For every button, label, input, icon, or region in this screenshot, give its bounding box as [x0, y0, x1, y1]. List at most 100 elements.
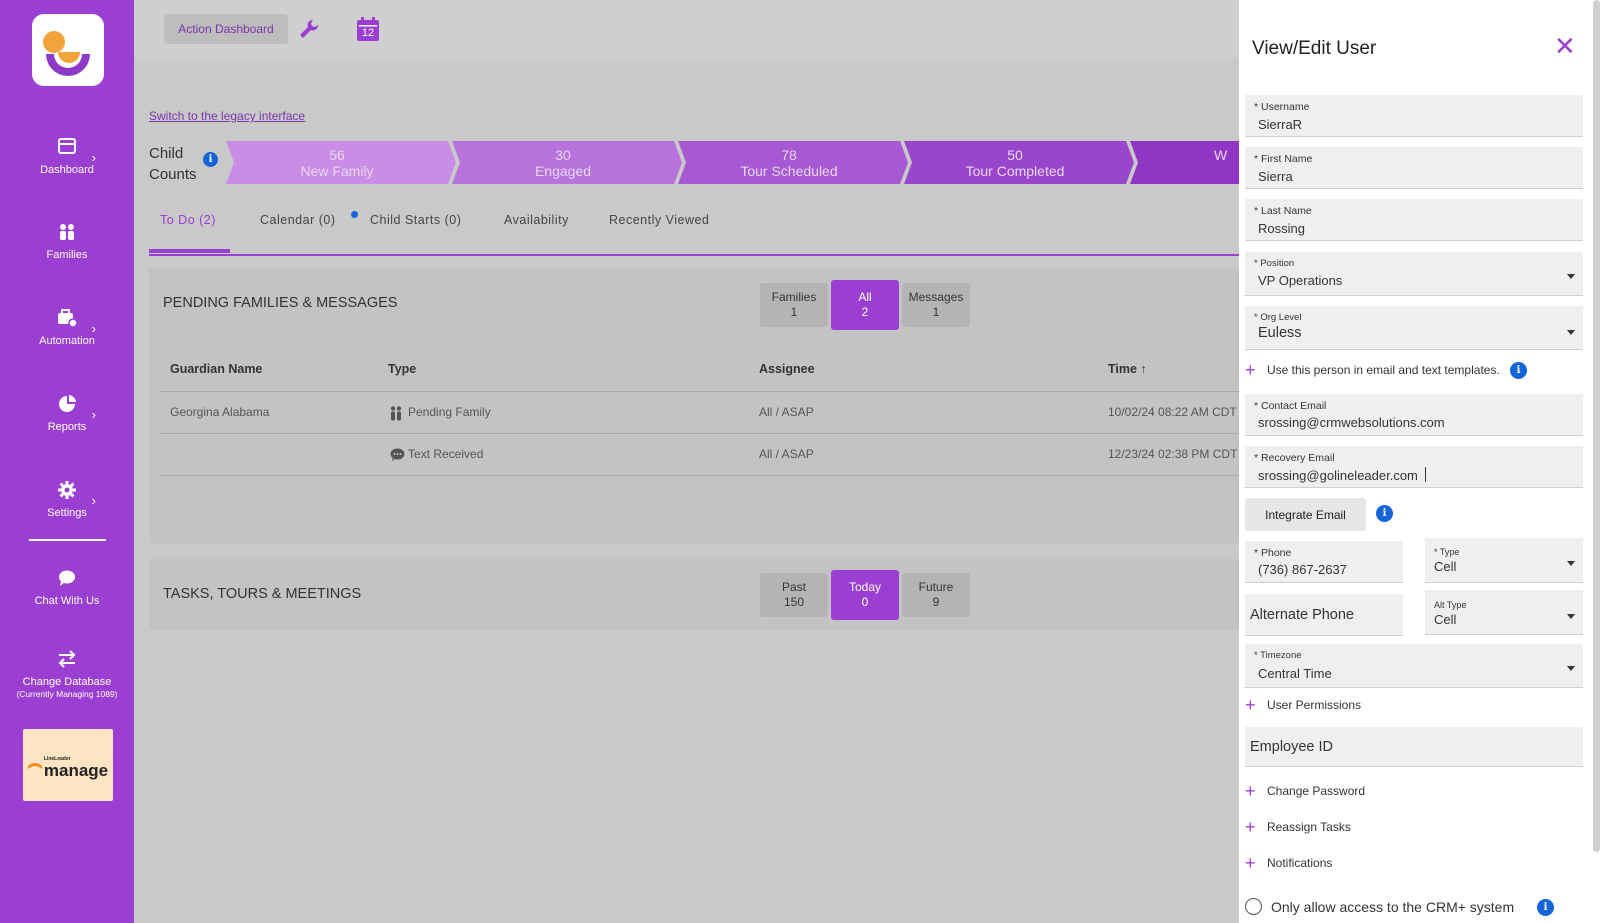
filter-all[interactable]: All 2 — [831, 280, 899, 330]
wrench-icon[interactable] — [298, 18, 320, 40]
col-time[interactable]: Time ↑ — [1108, 362, 1147, 376]
filter-families[interactable]: Families 1 — [760, 283, 828, 327]
tab-availability[interactable]: Availability — [504, 213, 569, 227]
filter-count: 1 — [790, 305, 798, 319]
filter-today[interactable]: Today 0 — [831, 570, 899, 620]
pending-title: PENDING FAMILIES & MESSAGES — [163, 295, 398, 311]
integrate-email-button[interactable]: Integrate Email — [1245, 498, 1366, 531]
recovery-email-field[interactable]: * Recovery Email srossing@golineleader.c… — [1245, 446, 1583, 488]
username-field[interactable]: * Username SierraR — [1245, 95, 1583, 137]
main-content: Action Dashboard 12 Switch to the legacy… — [134, 0, 1239, 923]
chevron-down-icon — [1567, 666, 1575, 671]
funnel-stage-tour-completed[interactable]: 50 Tour Completed — [904, 141, 1126, 184]
org-level-select[interactable]: * Org Level Euless — [1245, 306, 1583, 350]
nav-automation[interactable]: Automation › — [0, 307, 134, 347]
nav-sublabel: (Currently Managing 1089) — [16, 689, 118, 699]
info-icon[interactable]: i — [1510, 362, 1527, 379]
panel-scrollbar[interactable] — [1593, 0, 1600, 852]
close-icon[interactable]: ✕ — [1554, 33, 1576, 59]
sidebar: Dashboard › Families Automation › Report… — [0, 0, 134, 923]
notifications-toggle[interactable]: Notifications — [1267, 856, 1332, 870]
cell-time: 12/23/24 02:38 PM CDT — [1108, 447, 1238, 461]
nav-active-indicator — [29, 539, 106, 541]
cell-guardian[interactable]: Georgina Alabama — [170, 405, 269, 419]
tab-child-starts[interactable]: Child Starts (0) — [370, 213, 461, 227]
info-icon[interactable]: i — [1537, 899, 1554, 916]
first-name-field[interactable]: * First Name Sierra — [1245, 147, 1583, 189]
child-counts-info-icon[interactable]: i — [203, 152, 218, 167]
tab-calendar[interactable]: Calendar (0) — [260, 213, 335, 227]
nav-families[interactable]: Families — [0, 221, 134, 261]
plus-icon[interactable]: + — [1245, 854, 1256, 872]
nav-label: Change Database — [22, 676, 112, 688]
info-icon[interactable]: i — [1376, 505, 1393, 522]
panel-title: View/Edit User — [1252, 38, 1377, 59]
template-toggle-label[interactable]: Use this person in email and text templa… — [1267, 363, 1500, 377]
chevron-down-icon — [1567, 614, 1575, 619]
field-value: VP Operations — [1258, 273, 1343, 288]
reassign-tasks-toggle[interactable]: Reassign Tasks — [1267, 820, 1351, 834]
filter-label: Families — [771, 290, 817, 304]
funnel-stage-engaged[interactable]: 30 Engaged — [452, 141, 674, 184]
filter-label: Future — [918, 580, 954, 594]
plus-icon[interactable]: + — [1245, 361, 1256, 379]
manage-brand-tile[interactable]: LineLeader manage — [23, 729, 113, 801]
action-dashboard-button[interactable]: Action Dashboard — [164, 14, 288, 44]
plus-icon[interactable]: + — [1245, 782, 1256, 800]
chevron-down-icon — [1567, 561, 1575, 566]
calendar-icon[interactable]: 12 — [356, 16, 380, 42]
col-type[interactable]: Type — [388, 362, 416, 376]
col-assignee[interactable]: Assignee — [759, 362, 815, 376]
field-value: Cell — [1434, 559, 1457, 574]
field-label: Alt Type — [1434, 600, 1467, 610]
user-permissions-toggle[interactable]: User Permissions — [1267, 698, 1361, 712]
active-tab-indicator — [149, 249, 230, 253]
families-icon — [60, 224, 74, 240]
phone-type-select[interactable]: * Type Cell — [1425, 538, 1583, 583]
nav-label: Chat With Us — [34, 595, 100, 607]
chevron-right-icon: › — [91, 150, 96, 165]
field-value: SierraR — [1258, 117, 1303, 132]
crm-only-radio[interactable] — [1245, 898, 1262, 915]
nav-label: Automation — [39, 335, 95, 347]
alternate-phone-field[interactable]: Alternate Phone — [1245, 594, 1403, 636]
phone-field[interactable]: * Phone (736) 867-2637 — [1245, 541, 1403, 583]
field-label: * Username — [1254, 101, 1310, 113]
last-name-field[interactable]: * Last Name Rossing — [1245, 199, 1583, 241]
filter-past[interactable]: Past 150 — [760, 573, 828, 617]
position-select[interactable]: * Position VP Operations — [1245, 252, 1583, 296]
field-label: * Last Name — [1254, 205, 1312, 217]
nav-settings[interactable]: Settings › — [0, 479, 134, 519]
legacy-interface-link[interactable]: Switch to the legacy interface — [149, 109, 305, 123]
col-guardian-name[interactable]: Guardian Name — [170, 362, 262, 376]
filter-messages[interactable]: Messages 1 — [902, 283, 970, 327]
plus-icon[interactable]: + — [1245, 818, 1256, 836]
crm-only-label[interactable]: Only allow access to the CRM+ system — [1271, 899, 1514, 915]
nav-change-database[interactable]: Change Database (Currently Managing 1089… — [0, 648, 134, 699]
field-label: * Type — [1434, 547, 1460, 557]
filter-count: 150 — [783, 595, 805, 609]
employee-id-field[interactable]: Employee ID — [1245, 727, 1583, 767]
plus-icon[interactable]: + — [1245, 696, 1256, 714]
app-logo[interactable] — [32, 14, 104, 86]
tab-recently-viewed[interactable]: Recently Viewed — [609, 213, 709, 227]
tab-todo[interactable]: To Do (2) — [160, 213, 216, 227]
child-counts-label-line2: Counts — [149, 166, 197, 183]
filter-future[interactable]: Future 9 — [902, 573, 970, 617]
table-divider — [159, 475, 1239, 476]
alt-type-select[interactable]: Alt Type Cell — [1425, 590, 1583, 635]
funnel-stage-new-family[interactable]: 56 New Family — [226, 141, 448, 184]
pending-card: PENDING FAMILIES & MESSAGES Families 1 Al… — [149, 268, 1239, 544]
contact-email-field[interactable]: * Contact Email srossing@crmwebsolutions… — [1245, 394, 1583, 436]
change-password-toggle[interactable]: Change Password — [1267, 784, 1365, 798]
timezone-select[interactable]: * Timezone Central Time — [1245, 644, 1583, 688]
brand-big-text: manage — [43, 761, 109, 780]
funnel-stage-tour-scheduled[interactable]: 78 Tour Scheduled — [678, 141, 900, 184]
nav-reports[interactable]: Reports › — [0, 393, 134, 433]
cell-type: Text Received — [408, 447, 484, 461]
tasks-card: TASKS, TOURS & MEETINGS Past 150 Today 0 F… — [149, 559, 1239, 630]
nav-dashboard[interactable]: Dashboard › — [0, 136, 134, 176]
main-tabs: To Do (2) Calendar (0) Child Starts (0) … — [149, 200, 1239, 256]
nav-chat[interactable]: Chat With Us — [0, 567, 134, 607]
field-value: Rossing — [1258, 221, 1305, 236]
